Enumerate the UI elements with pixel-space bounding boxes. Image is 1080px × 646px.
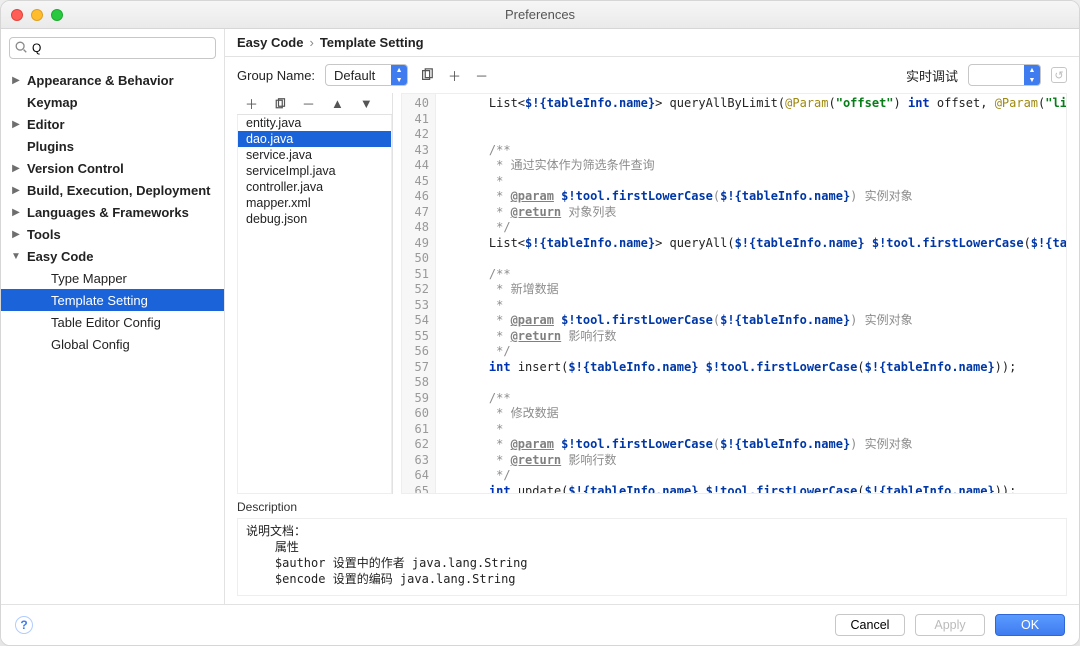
move-down-icon[interactable]: ▼ (358, 94, 375, 113)
nav-item-label: Plugins (27, 139, 74, 154)
breadcrumb-sep: › (309, 35, 313, 50)
breadcrumb-leaf: Template Setting (320, 35, 424, 50)
apply-button[interactable]: Apply (915, 614, 985, 636)
reset-icon[interactable]: ↺ (1051, 67, 1067, 83)
search-input[interactable] (9, 37, 216, 59)
nav-item-label: Type Mapper (51, 271, 127, 286)
nav-item-keymap[interactable]: Keymap (1, 91, 224, 113)
group-name-value: Default (326, 65, 391, 85)
add-group-icon[interactable]: ＋ (446, 64, 463, 87)
nav-item-tools[interactable]: ▶ Tools (1, 223, 224, 245)
nav-item-label: Languages & Frameworks (27, 205, 189, 220)
description-textarea[interactable]: 说明文档： 属性 $author 设置中的作者 java.lang.String… (237, 518, 1067, 596)
nav-item-appearance-behavior[interactable]: ▶ Appearance & Behavior (1, 69, 224, 91)
nav-item-template-setting[interactable]: Template Setting (1, 289, 224, 311)
chevron-right-icon: ▶ (9, 163, 23, 174)
preferences-sidebar: ▶ Appearance & Behavior Keymap ▶ Editor Plugi… (1, 29, 225, 604)
template-file-item[interactable]: service.java (238, 147, 391, 163)
file-toolbar: ＋ － ▲ ▼ (237, 93, 392, 115)
help-button[interactable]: ? (15, 616, 33, 634)
nav-item-label: Easy Code (27, 249, 93, 264)
breadcrumb-root: Easy Code (237, 35, 303, 50)
copy-group-icon[interactable] (418, 66, 436, 84)
chevron-right-icon: ▶ (9, 229, 23, 240)
group-row: Group Name: Default ▲▼ ＋ － 实时调试 ▲▼ ↺ (225, 57, 1079, 93)
chevron-down-icon: ▼ (9, 251, 23, 262)
template-file-item[interactable]: entity.java (238, 115, 391, 131)
live-debug-select[interactable]: ▲▼ (968, 64, 1041, 86)
select-stepper[interactable]: ▲▼ (391, 65, 407, 85)
search-field-wrap (9, 37, 216, 59)
template-file-item[interactable]: serviceImpl.java (238, 163, 391, 179)
preferences-window: Preferences ▶ Appearance & Behavior Keymap… (0, 0, 1080, 646)
template-file-item[interactable]: mapper.xml (238, 195, 391, 211)
nav-item-label: Build, Execution, Deployment (27, 183, 210, 198)
nav-item-label: Global Config (51, 337, 130, 352)
window-titlebar: Preferences (1, 1, 1079, 29)
add-file-icon[interactable]: ＋ (243, 92, 260, 115)
copy-file-icon[interactable] (272, 96, 288, 112)
template-file-pane: ＋ － ▲ ▼ entity.javadao.javaservice.javas… (237, 93, 393, 494)
template-file-item[interactable]: controller.java (238, 179, 391, 195)
search-icon (14, 40, 28, 54)
nav-item-type-mapper[interactable]: Type Mapper (1, 267, 224, 289)
window-body: ▶ Appearance & Behavior Keymap ▶ Editor Plugi… (1, 29, 1079, 604)
nav-item-label: Template Setting (51, 293, 148, 308)
editor-gutter: 40 41 42 43 44 45 46 47 48 49 50 51 52 5… (402, 94, 436, 493)
group-name-label: Group Name: (237, 68, 315, 83)
chevron-right-icon: ▶ (9, 119, 23, 130)
template-file-list[interactable]: entity.javadao.javaservice.javaserviceIm… (237, 115, 392, 494)
dialog-button-bar: ? Cancel Apply OK (1, 604, 1079, 645)
move-up-icon[interactable]: ▲ (329, 94, 346, 113)
editor-pane: 40 41 42 43 44 45 46 47 48 49 50 51 52 5… (401, 93, 1067, 494)
remove-file-icon[interactable]: － (300, 92, 317, 115)
remove-group-icon[interactable]: － (473, 64, 490, 87)
nav-item-editor[interactable]: ▶ Editor (1, 113, 224, 135)
nav-item-table-editor-config[interactable]: Table Editor Config (1, 311, 224, 333)
minimize-window-button[interactable] (31, 9, 43, 21)
nav-item-languages-frameworks[interactable]: ▶ Languages & Frameworks (1, 201, 224, 223)
nav-item-label: Editor (27, 117, 65, 132)
live-debug-label: 实时调试 (906, 66, 958, 85)
chevron-right-icon: ▶ (9, 185, 23, 196)
nav-item-label: Version Control (27, 161, 124, 176)
template-file-item[interactable]: dao.java (238, 131, 391, 147)
template-file-item[interactable]: debug.json (238, 211, 391, 227)
nav-item-label: Tools (27, 227, 61, 242)
close-window-button[interactable] (11, 9, 23, 21)
cancel-button[interactable]: Cancel (835, 614, 905, 636)
description-label: Description (225, 494, 1079, 516)
group-name-select[interactable]: Default ▲▼ (325, 64, 408, 86)
nav-item-plugins[interactable]: Plugins (1, 135, 224, 157)
nav-item-label: Table Editor Config (51, 315, 161, 330)
code-editor[interactable]: 40 41 42 43 44 45 46 47 48 49 50 51 52 5… (401, 93, 1067, 494)
ok-button[interactable]: OK (995, 614, 1065, 636)
content-pane: Easy Code › Template Setting Group Name:… (225, 29, 1079, 604)
breadcrumb: Easy Code › Template Setting (225, 29, 1079, 57)
nav-item-build-execution-deployment[interactable]: ▶ Build, Execution, Deployment (1, 179, 224, 201)
traffic-lights (11, 9, 63, 21)
editor-code-area[interactable]: List<$!{tableInfo.name}> queryAllByLimit… (436, 94, 1066, 493)
nav-item-version-control[interactable]: ▶ Version Control (1, 157, 224, 179)
settings-tree[interactable]: ▶ Appearance & Behavior Keymap ▶ Editor Plugi… (1, 67, 224, 604)
window-title: Preferences (1, 7, 1079, 22)
zoom-window-button[interactable] (51, 9, 63, 21)
live-debug-value (969, 65, 1024, 85)
nav-item-global-config[interactable]: Global Config (1, 333, 224, 355)
chevron-right-icon: ▶ (9, 207, 23, 218)
nav-item-label: Keymap (27, 95, 78, 110)
nav-item-easy-code[interactable]: ▼ Easy Code (1, 245, 224, 267)
nav-item-label: Appearance & Behavior (27, 73, 174, 88)
select-stepper[interactable]: ▲▼ (1024, 65, 1040, 85)
chevron-right-icon: ▶ (9, 75, 23, 86)
